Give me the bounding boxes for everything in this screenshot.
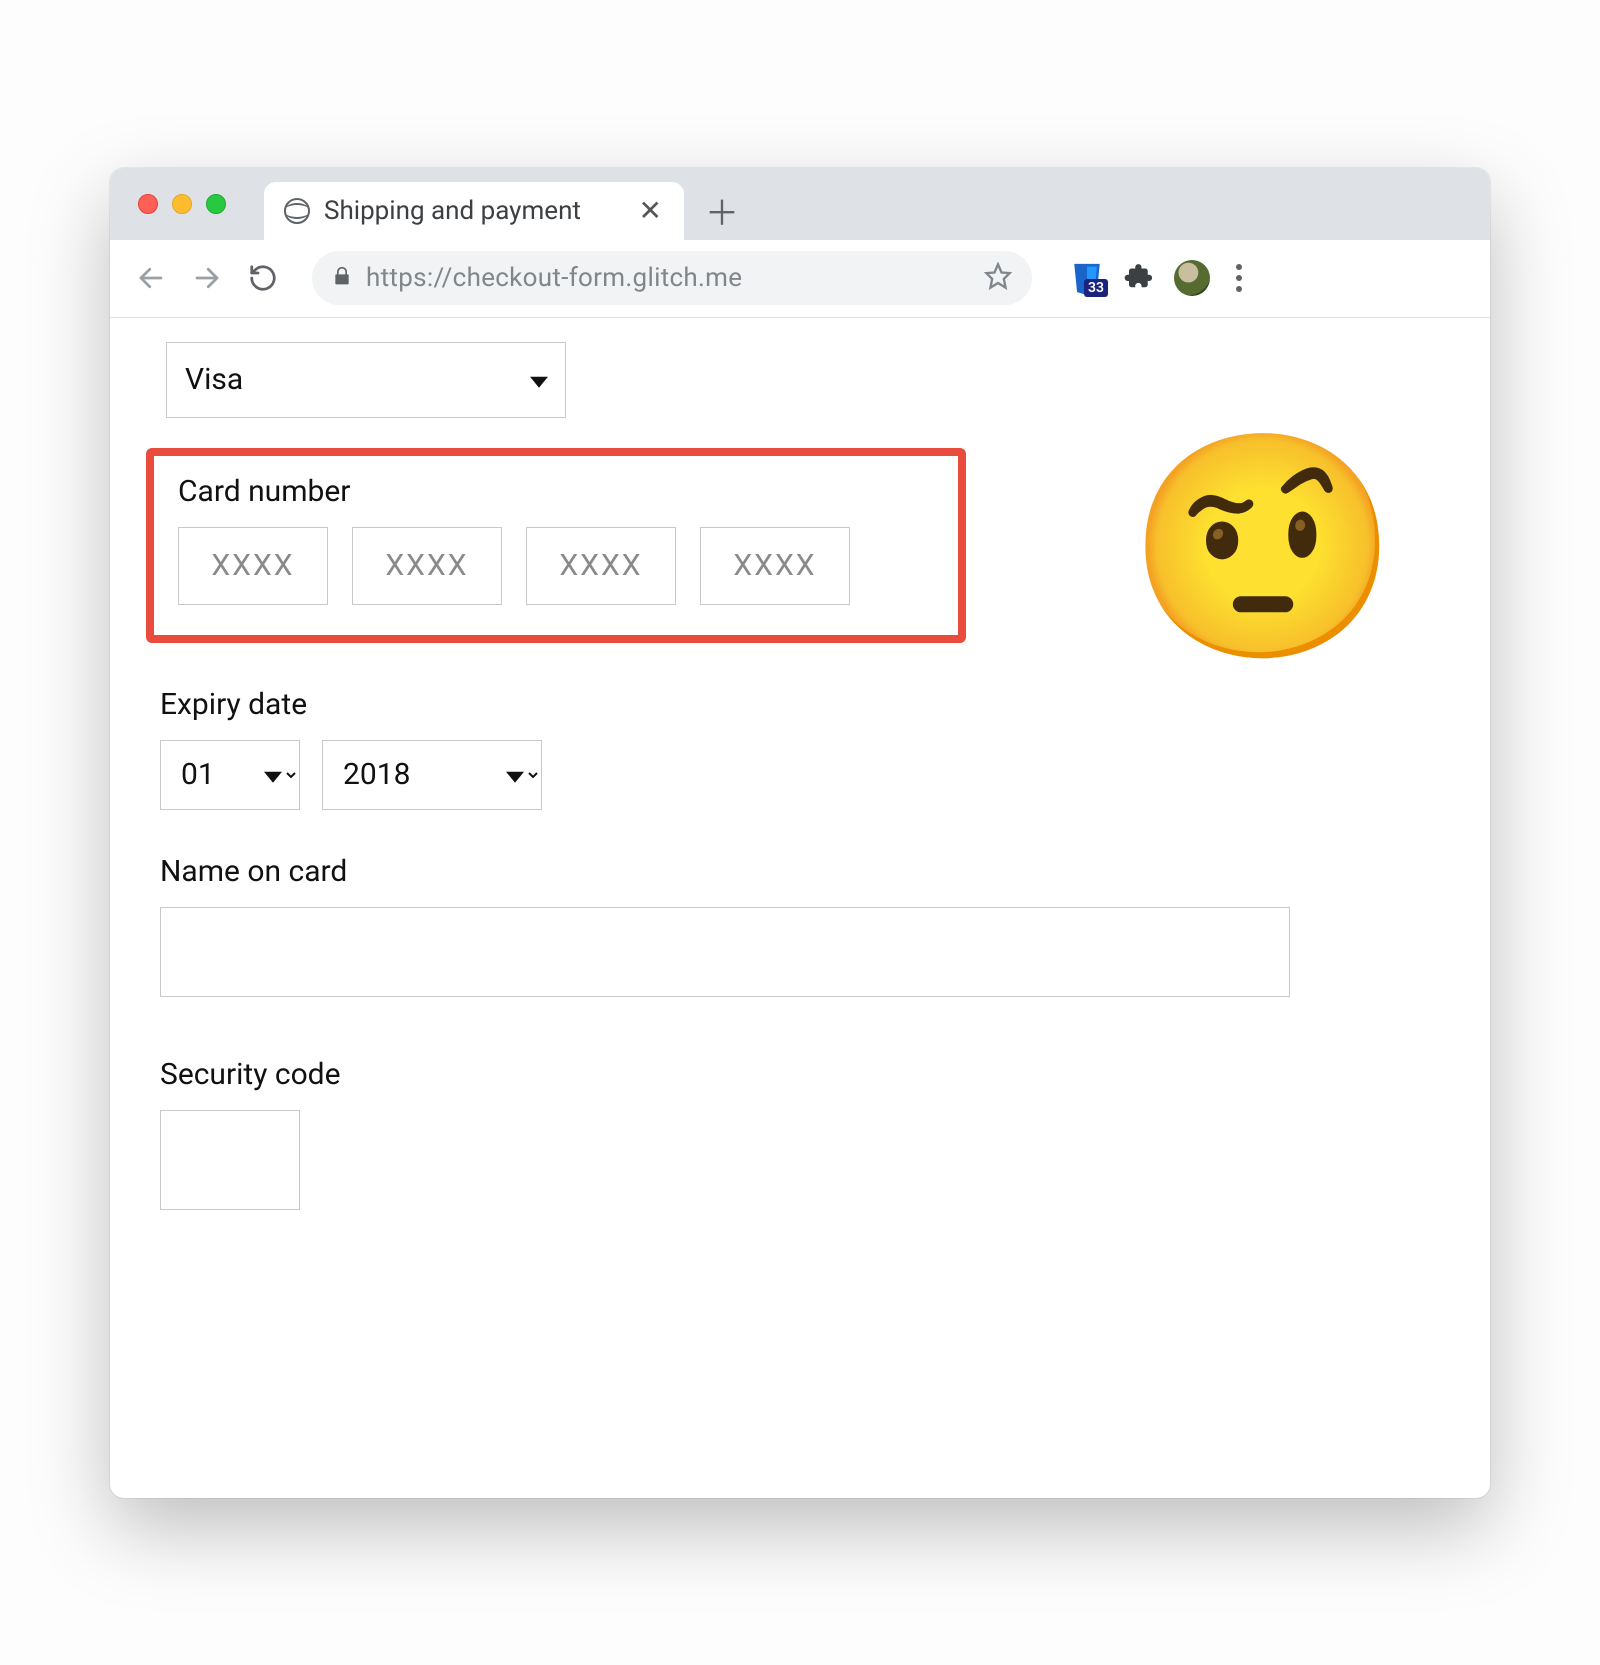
name-on-card-label: Name on card (160, 854, 1440, 889)
url-text: https://checkout-form.glitch.me (366, 263, 742, 293)
extension-badge-count: 33 (1084, 279, 1108, 297)
tab-title: Shipping and payment (324, 196, 621, 226)
address-bar[interactable]: https://checkout-form.glitch.me (312, 251, 1032, 305)
page-content: Visa Card number 🤨 Expiry date (110, 318, 1490, 1498)
expiry-year-select[interactable]: 2018 (322, 740, 542, 810)
card-type-field: Visa (166, 342, 1440, 418)
raised-eyebrow-emoji: 🤨 (1126, 438, 1400, 658)
security-code-label: Security code (160, 1057, 1440, 1092)
new-tab-button[interactable]: ＋ (702, 191, 742, 231)
back-button[interactable] (134, 261, 168, 295)
reload-button[interactable] (246, 261, 280, 295)
menu-kebab-icon[interactable] (1230, 258, 1248, 298)
lock-icon (332, 265, 352, 291)
forward-button[interactable] (190, 261, 224, 295)
card-number-highlight: Card number (146, 448, 966, 643)
bookmark-star-icon[interactable] (984, 262, 1012, 294)
expiry-label: Expiry date (160, 687, 1440, 722)
card-number-part-4[interactable] (700, 527, 850, 605)
expiry-field: Expiry date 01 2018 (160, 687, 1440, 810)
name-on-card-field: Name on card (160, 854, 1440, 997)
browser-tab[interactable]: Shipping and payment ✕ (264, 182, 684, 240)
close-tab-icon[interactable]: ✕ (635, 193, 666, 229)
card-number-label: Card number (178, 474, 934, 509)
maximize-window-button[interactable] (206, 194, 226, 214)
card-number-part-2[interactable] (352, 527, 502, 605)
tab-strip: Shipping and payment ✕ ＋ (110, 168, 1490, 240)
security-code-input[interactable] (160, 1110, 300, 1210)
globe-icon (284, 198, 310, 224)
browser-toolbar: https://checkout-form.glitch.me 33 (110, 240, 1490, 318)
expiry-month-select[interactable]: 01 (160, 740, 300, 810)
extension-css-icon[interactable]: 33 (1070, 261, 1104, 295)
window-controls (138, 194, 226, 214)
minimize-window-button[interactable] (172, 194, 192, 214)
card-number-row (178, 527, 934, 605)
profile-avatar[interactable] (1174, 260, 1210, 296)
name-on-card-input[interactable] (160, 907, 1290, 997)
extensions-puzzle-icon[interactable] (1124, 261, 1154, 295)
close-window-button[interactable] (138, 194, 158, 214)
card-number-part-3[interactable] (526, 527, 676, 605)
card-type-select[interactable]: Visa (166, 342, 566, 418)
security-code-field: Security code (160, 1057, 1440, 1210)
card-number-part-1[interactable] (178, 527, 328, 605)
browser-window: Shipping and payment ✕ ＋ https://checkou… (110, 168, 1490, 1498)
extension-area: 33 (1070, 258, 1248, 298)
